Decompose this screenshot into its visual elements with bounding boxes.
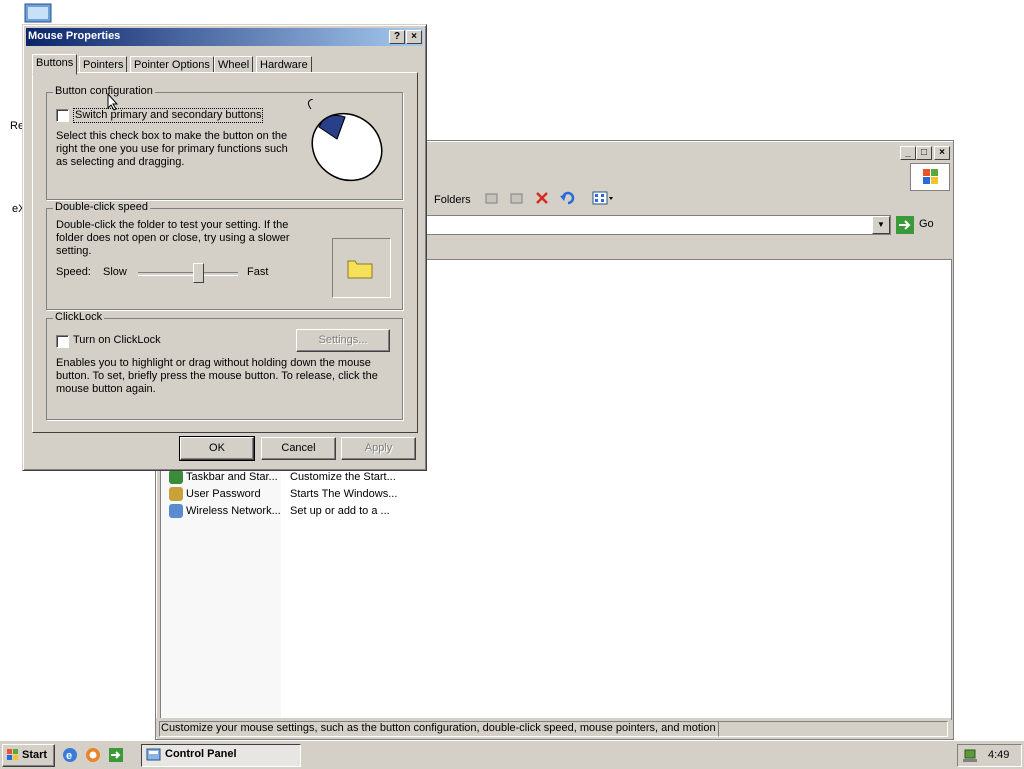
help-button[interactable]: ? — [389, 30, 405, 44]
test-folder-box[interactable] — [332, 238, 391, 298]
control-panel-icon — [146, 748, 161, 761]
go-button[interactable]: Go — [896, 215, 946, 235]
svg-text:e: e — [66, 750, 72, 762]
item-description: Starts The Windows... — [290, 488, 398, 500]
switch-buttons-checkbox[interactable] — [56, 109, 69, 122]
network-icon[interactable] — [962, 747, 978, 763]
copy-to-icon[interactable] — [509, 190, 525, 209]
firefox-icon[interactable] — [85, 747, 101, 766]
folders-button[interactable]: Folders — [434, 194, 471, 206]
switch-buttons-label[interactable]: Switch primary and secondary buttons — [73, 108, 264, 123]
taskbar: Start e Control Panel 4:49 — [0, 740, 1024, 769]
speed-slider-thumb[interactable] — [193, 263, 204, 283]
apply-button[interactable]: Apply — [341, 437, 416, 460]
mouse-image-icon — [297, 98, 392, 192]
delete-icon[interactable] — [534, 190, 550, 209]
ok-button[interactable]: OK — [179, 436, 255, 461]
list-item[interactable]: Taskbar and Star... Customize the Start..… — [165, 469, 465, 486]
taskbar-item-control-panel[interactable]: Control Panel — [141, 744, 301, 767]
close-button[interactable]: × — [406, 30, 422, 44]
mouse-properties-dialog: Mouse Properties ? × Buttons Pointers Po… — [22, 24, 427, 471]
slider-ticks — [142, 283, 238, 285]
go-label: Go — [919, 218, 934, 230]
clicklock-label[interactable]: Turn on ClickLock — [73, 334, 161, 347]
address-bar-input[interactable] — [426, 215, 891, 235]
dialog-titlebar: Mouse Properties ? × — [26, 28, 423, 46]
item-name: Wireless Network... — [186, 505, 281, 517]
launch-icon[interactable] — [108, 747, 124, 766]
maximize-button[interactable]: □ — [916, 146, 932, 160]
group-title: Double-click speed — [53, 201, 150, 213]
clicklock-settings-button[interactable]: Settings... — [296, 329, 390, 352]
item-description: Set up or add to a ... — [290, 505, 390, 517]
clicklock-group: ClickLock Turn on ClickLock Settings... … — [46, 311, 403, 420]
speed-label: Speed: — [56, 266, 91, 278]
list-header — [426, 241, 950, 260]
item-description: Customize the Start... — [290, 471, 396, 483]
item-name: User Password — [186, 488, 261, 500]
folder-icon — [347, 260, 373, 279]
fast-label: Fast — [247, 266, 269, 278]
minimize-button[interactable]: _ — [900, 146, 916, 160]
clock: 4:49 — [988, 749, 1010, 761]
list-item[interactable]: User Password Starts The Windows... — [165, 486, 465, 503]
button-config-description: Select this check box to make the button… — [56, 130, 288, 168]
taskbar-icon — [169, 470, 183, 484]
clicklock-description: Enables you to highlight or drag without… — [56, 357, 378, 395]
close-button[interactable]: × — [934, 146, 950, 160]
group-title: ClickLock — [53, 311, 105, 323]
status-bar: Customize your mouse settings, such as t… — [156, 718, 951, 737]
windows-logo-icon — [7, 749, 18, 760]
double-click-description: Double-click the folder to test your set… — [56, 219, 290, 257]
group-title: Button configuration — [53, 85, 155, 97]
cancel-button[interactable]: Cancel — [261, 437, 336, 460]
slow-label: Slow — [103, 266, 127, 278]
wireless-icon — [169, 504, 183, 518]
task-label: Control Panel — [165, 748, 237, 760]
ie-icon[interactable]: e — [62, 747, 78, 766]
address-dropdown-button[interactable]: ▼ — [872, 216, 890, 234]
start-label: Start — [22, 749, 48, 761]
item-name: Taskbar and Star... — [186, 471, 278, 483]
control-panel-toolbar: Folders — [416, 190, 620, 212]
status-text: Customize your mouse settings, such as t… — [159, 721, 719, 737]
list-item[interactable]: Wireless Network... Set up or add to a ..… — [165, 503, 465, 520]
speed-slider-track[interactable] — [138, 272, 238, 276]
undo-icon[interactable] — [559, 190, 575, 209]
clicklock-checkbox[interactable] — [56, 335, 69, 348]
button-configuration-group: Button configuration Switch primary and … — [46, 85, 403, 200]
buttons-tab-panel: Button configuration Switch primary and … — [32, 72, 418, 433]
double-click-speed-group: Double-click speed Double-click the fold… — [46, 201, 403, 310]
views-icon[interactable] — [592, 190, 614, 209]
move-to-icon[interactable] — [484, 190, 500, 209]
mouse-cursor-icon — [107, 93, 119, 111]
start-button[interactable]: Start — [2, 744, 55, 767]
tab-buttons[interactable]: Buttons — [32, 54, 78, 75]
users-icon — [169, 487, 183, 501]
desktop-icon[interactable] — [22, 2, 56, 24]
windows-logo-icon — [910, 163, 950, 191]
dialog-title: Mouse Properties — [28, 30, 121, 42]
status-panel — [718, 721, 948, 737]
system-tray: 4:49 — [957, 744, 1022, 767]
